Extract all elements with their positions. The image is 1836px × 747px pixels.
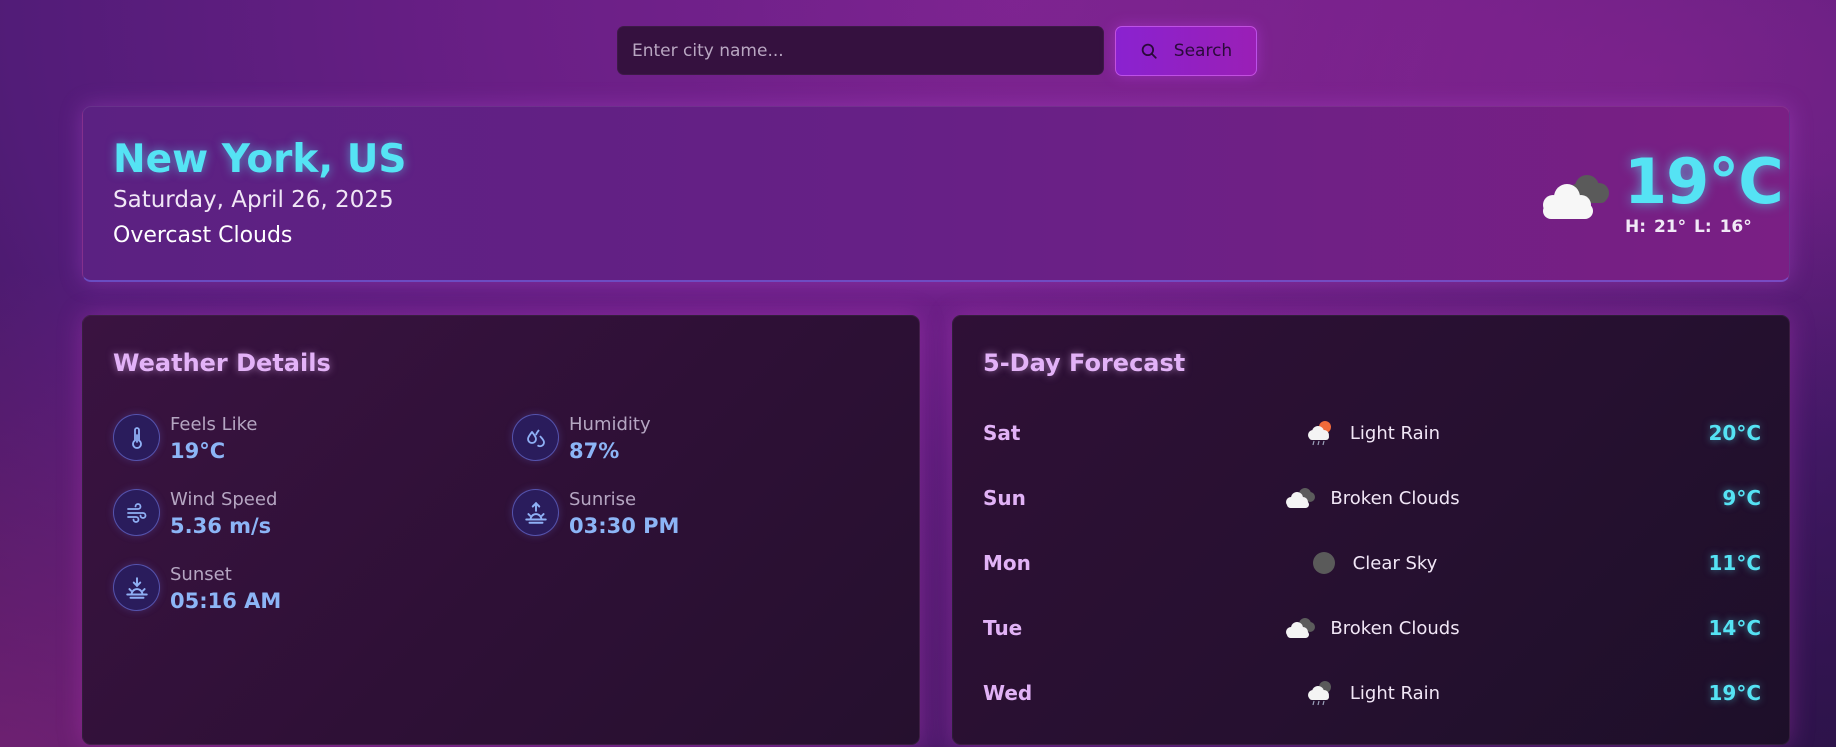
overcast-clouds-icon (1543, 175, 1609, 219)
forecast-row: Tue Broken Clouds 14°C (983, 608, 1761, 648)
weather-details-title: Weather Details (113, 349, 331, 377)
forecast-temperature: 9°C (1722, 486, 1761, 510)
forecast-row: Mon Clear Sky 11°C (983, 543, 1761, 583)
forecast-temperature: 14°C (1708, 616, 1761, 640)
city-search-input[interactable] (617, 26, 1104, 75)
search-icon (1141, 43, 1157, 59)
detail-feels-like: Feels Like 19°C (113, 414, 258, 466)
search-button-label: Search (1173, 41, 1233, 61)
weather-details-panel: Weather Details Feels Like 19°C Humidity… (82, 315, 920, 745)
sunset-icon (113, 564, 160, 611)
current-condition: Overcast Clouds (113, 223, 293, 248)
weather-app: Search New York, US Saturday, April 26, … (0, 0, 1836, 747)
detail-label: Sunset (170, 564, 232, 585)
detail-wind-speed: Wind Speed 5.36 m/s (113, 489, 277, 541)
broken-clouds-icon (1286, 488, 1316, 508)
sunrise-icon (512, 489, 559, 536)
current-temperature: 19°C (1624, 145, 1784, 218)
forecast-row: Wed Light Rain 19°C (983, 673, 1761, 713)
wind-icon (113, 489, 160, 536)
forecast-temperature: 19°C (1708, 681, 1761, 705)
search-button[interactable]: Search (1115, 26, 1257, 76)
forecast-row: Sun Broken Clouds 9°C (983, 478, 1761, 518)
current-date: Saturday, April 26, 2025 (113, 187, 394, 213)
detail-value: 19°C (170, 439, 226, 463)
forecast-panel: 5-Day Forecast Sat Light Rain 20°C Sun B… (952, 315, 1790, 745)
light-rain-icon (1307, 421, 1331, 446)
detail-label: Wind Speed (170, 489, 278, 510)
detail-value: 03:30 PM (569, 514, 680, 538)
light-rain-icon (1307, 681, 1331, 706)
current-weather-card: New York, US Saturday, April 26, 2025 Ov… (82, 106, 1790, 282)
forecast-title: 5-Day Forecast (983, 349, 1186, 377)
detail-label: Humidity (569, 414, 651, 435)
detail-value: 5.36 m/s (170, 514, 272, 538)
thermometer-icon (113, 414, 160, 461)
detail-sunset: Sunset 05:16 AM (113, 564, 281, 616)
forecast-temperature: 20°C (1708, 421, 1761, 445)
detail-value: 87% (569, 439, 620, 463)
search-bar: Search (617, 26, 1257, 76)
detail-label: Sunrise (569, 489, 637, 510)
detail-sunrise: Sunrise 03:30 PM (512, 489, 679, 541)
droplets-icon (512, 414, 559, 461)
high-low-temperature: H: 21° L: 16° (1625, 217, 1752, 237)
forecast-temperature: 11°C (1708, 551, 1761, 575)
detail-label: Feels Like (170, 414, 258, 435)
forecast-description: Broken Clouds (1330, 487, 1460, 509)
detail-value: 05:16 AM (170, 589, 282, 613)
forecast-description: Light Rain (1349, 422, 1441, 444)
forecast-description: Clear Sky (1352, 552, 1438, 574)
broken-clouds-icon (1286, 618, 1316, 638)
detail-humidity: Humidity 87% (512, 414, 651, 466)
forecast-description: Broken Clouds (1330, 617, 1460, 639)
forecast-description: Light Rain (1349, 682, 1441, 704)
city-name: New York, US (113, 137, 407, 182)
forecast-row: Sat Light Rain 20°C (983, 413, 1761, 453)
clear-sky-icon (1312, 552, 1335, 574)
